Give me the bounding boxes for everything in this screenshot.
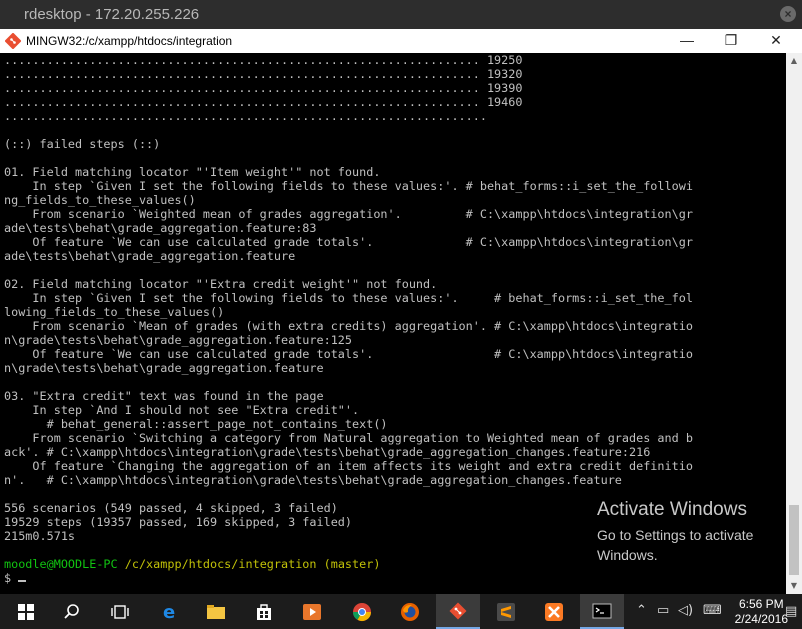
terminal-line: From scenario `Switching a category from… [4, 431, 693, 445]
media-player-icon[interactable] [290, 594, 334, 629]
terminal-line: 02. Field matching locator "'Extra credi… [4, 277, 438, 291]
store-icon[interactable] [242, 594, 286, 629]
search-icon[interactable] [50, 594, 94, 629]
git-bash-icon[interactable] [436, 594, 480, 629]
window-titlebar[interactable]: MINGW32:/c/xampp/htdocs/integration — ❐ … [0, 29, 802, 54]
chrome-icon[interactable] [340, 594, 384, 629]
terminal-line: 01. Field matching locator "'Item weight… [4, 165, 381, 179]
input-line[interactable]: $ [4, 571, 693, 585]
keyboard-icon[interactable]: ⌨ [703, 603, 722, 618]
close-button[interactable]: ✕ [753, 29, 799, 53]
terminal-line: ........................................… [4, 67, 523, 81]
taskbar-clock[interactable]: 6:56 PM 2/24/2016 [735, 597, 788, 627]
edge-icon[interactable]: e [148, 594, 192, 629]
windows-start-icon[interactable] [4, 594, 48, 629]
prompt-line: moodle@MOODLE-PC /c/xampp/htdocs/integra… [4, 557, 693, 571]
terminal-line: From scenario `Weighted mean of grades a… [4, 207, 693, 221]
chevron-up-icon[interactable]: ⌃ [636, 603, 647, 618]
terminal-line: ade\tests\behat\grade_aggregation.featur… [4, 221, 317, 235]
volume-icon[interactable]: ◁) [678, 603, 693, 618]
terminal-line: n'. # C:\xampp\htdocs\integration\grade\… [4, 473, 622, 487]
terminal-line: Of feature `Changing the aggregation of … [4, 459, 693, 473]
taskbar: e ⌃ ▭ ◁) ⌨ 6:56 PM 2/24/2016 ▤ [0, 594, 802, 629]
terminal-scrollbar[interactable]: ▲ ▼ [786, 53, 802, 594]
terminal-line: From scenario `Mean of grades (with extr… [4, 319, 693, 333]
svg-text:e: e [163, 602, 175, 622]
scroll-down-icon[interactable]: ▼ [786, 578, 802, 594]
terminal-line: ........................................… [4, 109, 495, 123]
terminal-line: ade\tests\behat\grade_aggregation.featur… [4, 249, 296, 263]
task-view-icon[interactable] [98, 594, 142, 629]
terminal-line: (::) failed steps (::) [4, 137, 161, 151]
sublime-icon[interactable] [484, 594, 528, 629]
watermark-title: Activate Windows [597, 499, 747, 520]
terminal-line: 19529 steps (19357 passed, 169 skipped, … [4, 515, 353, 529]
rdesktop-close-icon[interactable]: × [780, 6, 796, 22]
maximize-button[interactable]: ❐ [708, 29, 754, 53]
git-icon [5, 33, 21, 49]
terminal-line: ........................................… [4, 53, 523, 67]
clock-date: 2/24/2016 [734, 612, 788, 626]
terminal-lines: ........................................… [4, 53, 693, 585]
terminal-line: 03. "Extra credit" text was found in the… [4, 389, 324, 403]
terminal-line: lowing_fields_to_these_values() [4, 305, 225, 319]
terminal-line: In step `Given I set the following field… [4, 179, 693, 193]
prompt-path: /c/xampp/htdocs/integration [124, 557, 317, 571]
terminal-line: Of feature `We can use calculated grade … [4, 235, 693, 249]
activate-windows-watermark: Activate Windows Go to Settings to activ… [597, 499, 777, 565]
scroll-up-icon[interactable]: ▲ [786, 53, 802, 69]
terminal-line: # behat_general::assert_page_not_contain… [4, 417, 388, 431]
scrollbar-thumb[interactable] [789, 505, 799, 575]
watermark-subtitle: Go to Settings to activate Windows. [597, 527, 754, 563]
terminal-line: 215m0.571s [4, 529, 76, 543]
minimize-button[interactable]: — [664, 29, 710, 53]
prompt-user: moodle@MOODLE-PC [4, 557, 118, 571]
cmd-icon[interactable] [580, 594, 624, 629]
prompt-symbol: $ [4, 571, 12, 585]
terminal-line: n\grade\tests\behat\grade_aggregation.fe… [4, 333, 353, 347]
window-title: MINGW32:/c/xampp/htdocs/integration [26, 34, 233, 48]
terminal-line: Of feature `We can use calculated grade … [4, 347, 693, 361]
network-icon[interactable]: ▭ [657, 603, 669, 618]
file-explorer-icon[interactable] [194, 594, 238, 629]
terminal-line: ack'. # C:\xampp\htdocs\integration\grad… [4, 445, 651, 459]
rdesktop-titlebar[interactable]: rdesktop - 172.20.255.226 × [0, 0, 802, 29]
terminal-line: In step `And I should not see "Extra cre… [4, 403, 360, 417]
prompt-branch: (master) [323, 557, 381, 571]
rdesktop-title: rdesktop - 172.20.255.226 [24, 6, 200, 23]
terminal-line: ng_fields_to_these_values() [4, 193, 196, 207]
terminal-line: In step `Given I set the following field… [4, 291, 693, 305]
terminal-line: ........................................… [4, 95, 523, 109]
terminal-line: n\grade\tests\behat\grade_aggregation.fe… [4, 361, 324, 375]
text-cursor [18, 580, 27, 582]
terminal-line: ........................................… [4, 81, 523, 95]
firefox-icon[interactable] [388, 594, 432, 629]
xampp-icon[interactable] [532, 594, 576, 629]
notifications-icon[interactable]: ▤ [785, 604, 797, 619]
clock-time: 6:56 PM [738, 597, 784, 611]
terminal-line: 556 scenarios (549 passed, 4 skipped, 3 … [4, 501, 338, 515]
